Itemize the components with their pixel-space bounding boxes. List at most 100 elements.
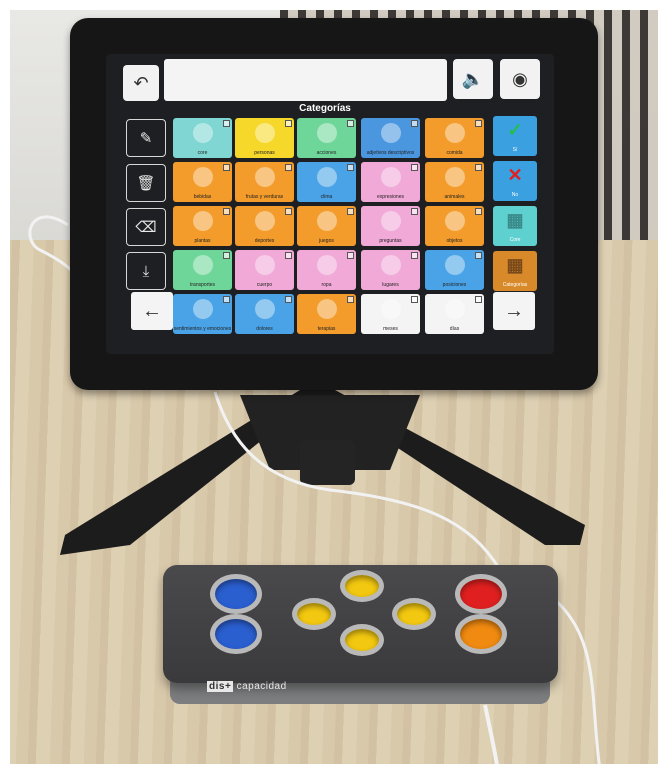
folder-corner-icon xyxy=(411,164,418,171)
grid-cell-sentimientos-y-emociones[interactable]: sentimientos y emociones xyxy=(173,294,232,334)
arrow-right-icon: → xyxy=(504,299,524,322)
grid-cell-deportes[interactable]: deportes xyxy=(235,206,294,246)
folder-corner-icon xyxy=(285,120,292,127)
right-button-label: Categorías xyxy=(502,282,528,288)
grid-cell-juegos[interactable]: juegos xyxy=(297,206,356,246)
grid-cell-label: personas xyxy=(254,150,275,156)
grid-cell-label: posiciones xyxy=(442,282,467,288)
grid-cell-label: expresiones xyxy=(377,194,404,200)
pictogram-icon xyxy=(192,255,213,275)
grid-cell-lugares[interactable]: lugares xyxy=(361,250,420,290)
page-title: Categorías xyxy=(299,103,351,114)
grid-cell-acciones[interactable]: acciones xyxy=(297,118,356,158)
grid-cell-label: deportes xyxy=(254,238,275,244)
folder-corner-icon xyxy=(347,120,354,127)
folder-corner-icon xyxy=(347,164,354,171)
grid-cell-ropa[interactable]: ropa xyxy=(297,250,356,290)
folder-corner-icon xyxy=(285,296,292,303)
grid-cell-plantas[interactable]: plantas xyxy=(173,206,232,246)
grid-cell-días[interactable]: días xyxy=(425,294,484,334)
folder-corner-icon xyxy=(475,120,482,127)
grid-cell-meses[interactable]: meses xyxy=(361,294,420,334)
edit-button[interactable]: ✎ xyxy=(126,119,166,157)
controller-yellow-top-button[interactable] xyxy=(340,570,384,602)
folder-corner-icon xyxy=(475,208,482,215)
grid-cell-transportes[interactable]: transportes xyxy=(173,250,232,290)
pictogram-icon xyxy=(254,299,275,319)
speak-button[interactable]: 🔈 xyxy=(453,59,493,99)
folder-corner-icon xyxy=(223,252,230,259)
grid-cell-label: comida xyxy=(446,150,463,156)
grid-cell-label: terapias xyxy=(317,326,336,332)
grid-cell-preguntas[interactable]: preguntas xyxy=(361,206,420,246)
right-button-1[interactable]: ✕ No xyxy=(493,161,537,201)
folder-corner-icon xyxy=(223,120,230,127)
pictogram-icon xyxy=(316,123,337,143)
speaker-icon: 🔈 xyxy=(461,68,485,89)
prev-page-button[interactable]: ← xyxy=(131,292,173,330)
pictogram-icon xyxy=(316,211,337,231)
undo-arrow-icon: ↶ xyxy=(133,72,149,93)
grid-cell-animales[interactable]: animales xyxy=(425,162,484,202)
folder-corner-icon xyxy=(285,164,292,171)
controller-yellow-left-button[interactable] xyxy=(292,598,336,630)
right-button-3[interactable]: ▦ Categorías xyxy=(493,251,537,291)
backspace-icon: ⌫ xyxy=(135,219,157,236)
button-symbol-icon: ✓ xyxy=(507,120,523,140)
grid-cell-label: juegos xyxy=(319,238,334,244)
controller-red-right-top-button[interactable] xyxy=(455,574,507,614)
right-button-label: Core xyxy=(509,237,521,243)
grid-cell-cuerpo[interactable]: cuerpo xyxy=(235,250,294,290)
controller-yellow-bottom-button[interactable] xyxy=(340,624,384,656)
download-button[interactable]: ⤓ xyxy=(126,252,166,290)
grid-cell-label: dolores xyxy=(256,326,273,332)
grid-cell-label: frutas y verduras xyxy=(245,194,284,200)
folder-corner-icon xyxy=(223,296,230,303)
grid-cell-label: acciones xyxy=(316,150,337,156)
folder-corner-icon xyxy=(285,208,292,215)
grid-cell-objetos[interactable]: objetos xyxy=(425,206,484,246)
grid-cell-label: preguntas xyxy=(379,238,402,244)
view-button[interactable]: ◉ xyxy=(500,59,540,99)
pictogram-icon xyxy=(444,255,465,275)
pictogram-icon xyxy=(444,299,465,319)
controller-blue-left-top-button[interactable] xyxy=(210,574,262,614)
backspace-button[interactable]: ⌫ xyxy=(126,208,166,246)
folder-corner-icon xyxy=(475,296,482,303)
pictogram-icon xyxy=(380,299,401,319)
delete-button[interactable]: 🗑 xyxy=(126,164,166,202)
right-button-label: Sí xyxy=(512,147,518,153)
next-page-button[interactable]: → xyxy=(493,292,535,330)
grid-cell-label: ropa xyxy=(321,282,332,288)
grid-cell-clima[interactable]: clima xyxy=(297,162,356,202)
folder-corner-icon xyxy=(411,120,418,127)
pictogram-icon xyxy=(254,255,275,275)
grid-cell-expresiones[interactable]: expresiones xyxy=(361,162,420,202)
grid-cell-posiciones[interactable]: posiciones xyxy=(425,250,484,290)
folder-corner-icon xyxy=(411,296,418,303)
undo-button[interactable]: ↶ xyxy=(123,65,159,101)
pictogram-icon xyxy=(316,255,337,275)
download-icon: ⤓ xyxy=(142,262,150,280)
grid-cell-bebidas[interactable]: bebidas xyxy=(173,162,232,202)
controller-blue-left-bottom-button[interactable] xyxy=(210,614,262,654)
folder-corner-icon xyxy=(347,208,354,215)
pictogram-icon xyxy=(192,299,213,319)
message-bar[interactable] xyxy=(164,59,447,101)
button-symbol-icon: ✕ xyxy=(507,165,523,185)
grid-cell-terapias[interactable]: terapias xyxy=(297,294,356,334)
grid-cell-dolores[interactable]: dolores xyxy=(235,294,294,334)
right-button-2[interactable]: ▦ Core xyxy=(493,206,537,246)
edit-icon: ✎ xyxy=(139,130,153,147)
grid-cell-personas[interactable]: personas xyxy=(235,118,294,158)
grid-cell-frutas-y-verduras[interactable]: frutas y verduras xyxy=(235,162,294,202)
grid-cell-label: lugares xyxy=(382,282,399,288)
grid-cell-label: transportes xyxy=(189,282,215,288)
grid-cell-comida[interactable]: comida xyxy=(425,118,484,158)
grid-cell-core[interactable]: core xyxy=(173,118,232,158)
controller-orange-right-bottom-button[interactable] xyxy=(455,614,507,654)
pictogram-icon xyxy=(380,167,401,187)
right-button-0[interactable]: ✓ Sí xyxy=(493,116,537,156)
controller-yellow-right-button[interactable] xyxy=(392,598,436,630)
grid-cell-adjetivos-descriptivos[interactable]: adjetivos descriptivos xyxy=(361,118,420,158)
